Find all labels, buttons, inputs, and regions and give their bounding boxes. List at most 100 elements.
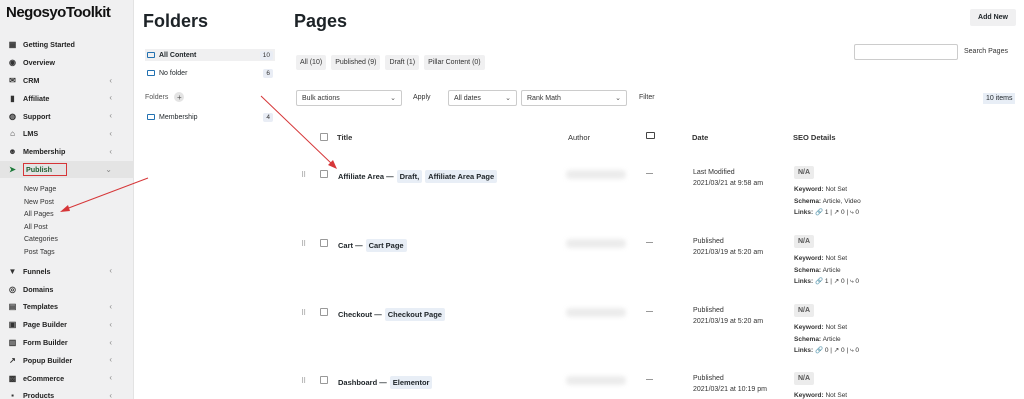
submenu-item-all-post[interactable]: All Post [0,221,134,234]
page-title-link[interactable]: Checkout — Checkout Page [338,308,445,321]
sidebar-item-support[interactable]: ◍ Support ‹ [0,107,134,125]
folder-count: 10 [259,50,273,60]
sidebar-item-label: Support [23,111,51,121]
form-icon: ▥ [8,337,17,347]
bulk-actions-value: Bulk actions [302,94,340,102]
row-checkbox[interactable] [320,170,328,178]
file-icon: ▤ [8,302,17,312]
sidebar-item-funnels[interactable]: ▼ Funnels ‹ [0,262,134,280]
keyword-label: Keyword: [794,392,824,399]
submenu-item-new-post[interactable]: New Post [0,196,134,209]
sidebar-item-label: Products [23,391,55,399]
folder-count: 6 [263,68,273,78]
page-title-text: Affiliate Area — [338,172,394,181]
bulk-actions-select[interactable]: Bulk actions ⌄ [296,90,402,106]
search-input[interactable] [854,44,958,60]
funnel-icon: ▼ [8,266,17,276]
drag-handle-icon[interactable]: ⠿ [301,240,306,248]
schema-value: Article [822,335,841,343]
tab-0[interactable]: All (10) [296,55,327,70]
page-title-link[interactable]: Affiliate Area — Draft, Affiliate Area Pag… [338,170,498,183]
add-new-button[interactable]: Add New [970,9,1016,26]
column-title[interactable]: Title [337,133,352,142]
sidebar-item-page-builder[interactable]: ▣ Page Builder ‹ [0,316,134,334]
sidebar-item-label: Form Builder [23,337,68,347]
select-all-checkbox[interactable] [320,133,328,141]
author-redacted [566,170,626,179]
sidebar-item-label: Membership [23,147,66,157]
sidebar-menu: ▦ Getting Started ◉ Overview ✉ CRM ‹ ▮ Affiliate… [0,36,134,399]
chevron-down-icon: ⌄ [505,95,511,102]
sidebar-item-label: Funnels [23,266,51,276]
add-folder-icon[interactable]: + [174,92,185,102]
chevron-left-icon: ‹ [109,390,112,399]
sidebar-item-label: Publish [23,162,67,176]
tab-3[interactable]: Pillar Content (0) [424,55,485,70]
drag-handle-icon[interactable]: ⠿ [301,309,306,317]
rank-math-value: Rank Math [527,94,561,102]
chevron-left-icon: ‹ [109,111,112,121]
seo-score-badge: N/A [794,235,815,248]
sidebar-item-products[interactable]: ▪ Products ‹ [0,387,134,399]
sidebar-item-publish[interactable]: ➤ Publish ⌄ [0,160,134,179]
sidebar-item-membership[interactable]: ☻ Membership ‹ [0,143,134,161]
drag-handle-icon[interactable]: ⠿ [301,377,306,385]
column-author: Author [568,133,591,142]
globe-icon: ◎ [9,284,16,294]
keyword-label: Keyword: [794,255,824,262]
sidebar-item-form-builder[interactable]: ▥ Form Builder ‹ [0,334,134,352]
sidebar-item-label: eCommerce [23,373,65,383]
sidebar-item-label: LMS [23,129,39,139]
page-title-text: Checkout — [338,310,382,319]
dates-value: All dates [454,94,481,102]
row-checkbox[interactable] [320,308,328,316]
sidebar-item-domains[interactable]: ◎ Domains [0,280,134,298]
chevron-down-icon: ⌄ [615,95,621,102]
submenu-item-categories[interactable]: Categories [0,233,134,246]
sidebar-item-popup-builder[interactable]: ↗ Popup Builder ‹ [0,351,134,369]
keyword-value: Not Set [825,255,848,262]
folder-membership[interactable]: Membership 4 [145,111,275,123]
page-title-link[interactable]: Cart — Cart Page [338,239,407,252]
tab-1[interactable]: Published (9) [331,55,381,70]
submenu-item-new-page[interactable]: New Page [0,183,134,196]
rank-math-select[interactable]: Rank Math ⌄ [521,90,627,106]
dates-select[interactable]: All dates ⌄ [448,90,517,106]
sidebar-item-crm[interactable]: ✉ CRM ‹ [0,72,134,90]
seo-details: Keyword: Not Set Schema: Article Links: 🔗 … [794,253,859,288]
sidebar-item-overview[interactable]: ◉ Overview [0,54,134,72]
page-title-link[interactable]: Dashboard — Elementor [338,376,433,389]
page-state-tag: Elementor [389,376,433,389]
row-checkbox[interactable] [320,239,328,247]
chevron-left-icon: ‹ [109,319,112,329]
search-pages-button[interactable]: Search Pages [964,48,1008,55]
folder-no-folder[interactable]: No folder 6 [145,67,275,79]
column-date[interactable]: Date [692,133,708,142]
drag-handle-icon[interactable]: ⠿ [301,171,306,179]
filter-button[interactable]: Filter [639,94,655,101]
seo-details: Keyword: Not Set [794,390,847,399]
comment-count: — [646,170,653,177]
sidebar-item-label: Popup Builder [23,355,73,365]
schema-label: Schema: [794,266,822,274]
chevron-left-icon: ‹ [109,337,112,347]
sidebar-item-ecommerce[interactable]: ▩ eCommerce ‹ [0,369,134,387]
users-icon: ☻ [8,147,17,157]
date-cell: Published 2021/03/21 at 10:19 pm [693,373,767,395]
submenu-item-post-tags[interactable]: Post Tags [0,246,134,259]
sidebar-item-templates[interactable]: ▤ Templates ‹ [0,298,134,316]
apply-button[interactable]: Apply [413,94,431,101]
sidebar-item-getting-started[interactable]: ▦ Getting Started [0,36,134,54]
folder-all-content[interactable]: All Content 10 [145,49,275,61]
tab-2[interactable]: Draft (1) [385,55,420,70]
chevron-down-icon: ⌄ [105,164,112,174]
sidebar-item-lms[interactable]: ⌂ LMS ‹ [0,125,134,143]
submenu-item-all-pages[interactable]: All Pages [0,208,134,221]
page-title-text: Dashboard — [338,378,387,387]
sidebar-item-label: CRM [23,75,40,85]
row-checkbox[interactable] [320,376,328,384]
folders-panel: Folders All Content 10 No folder 6 Folde… [134,0,284,399]
sidebar-item-affiliate[interactable]: ▮ Affiliate ‹ [0,89,134,107]
sidebar-item-label: Page Builder [23,320,67,330]
author-redacted [566,376,626,385]
